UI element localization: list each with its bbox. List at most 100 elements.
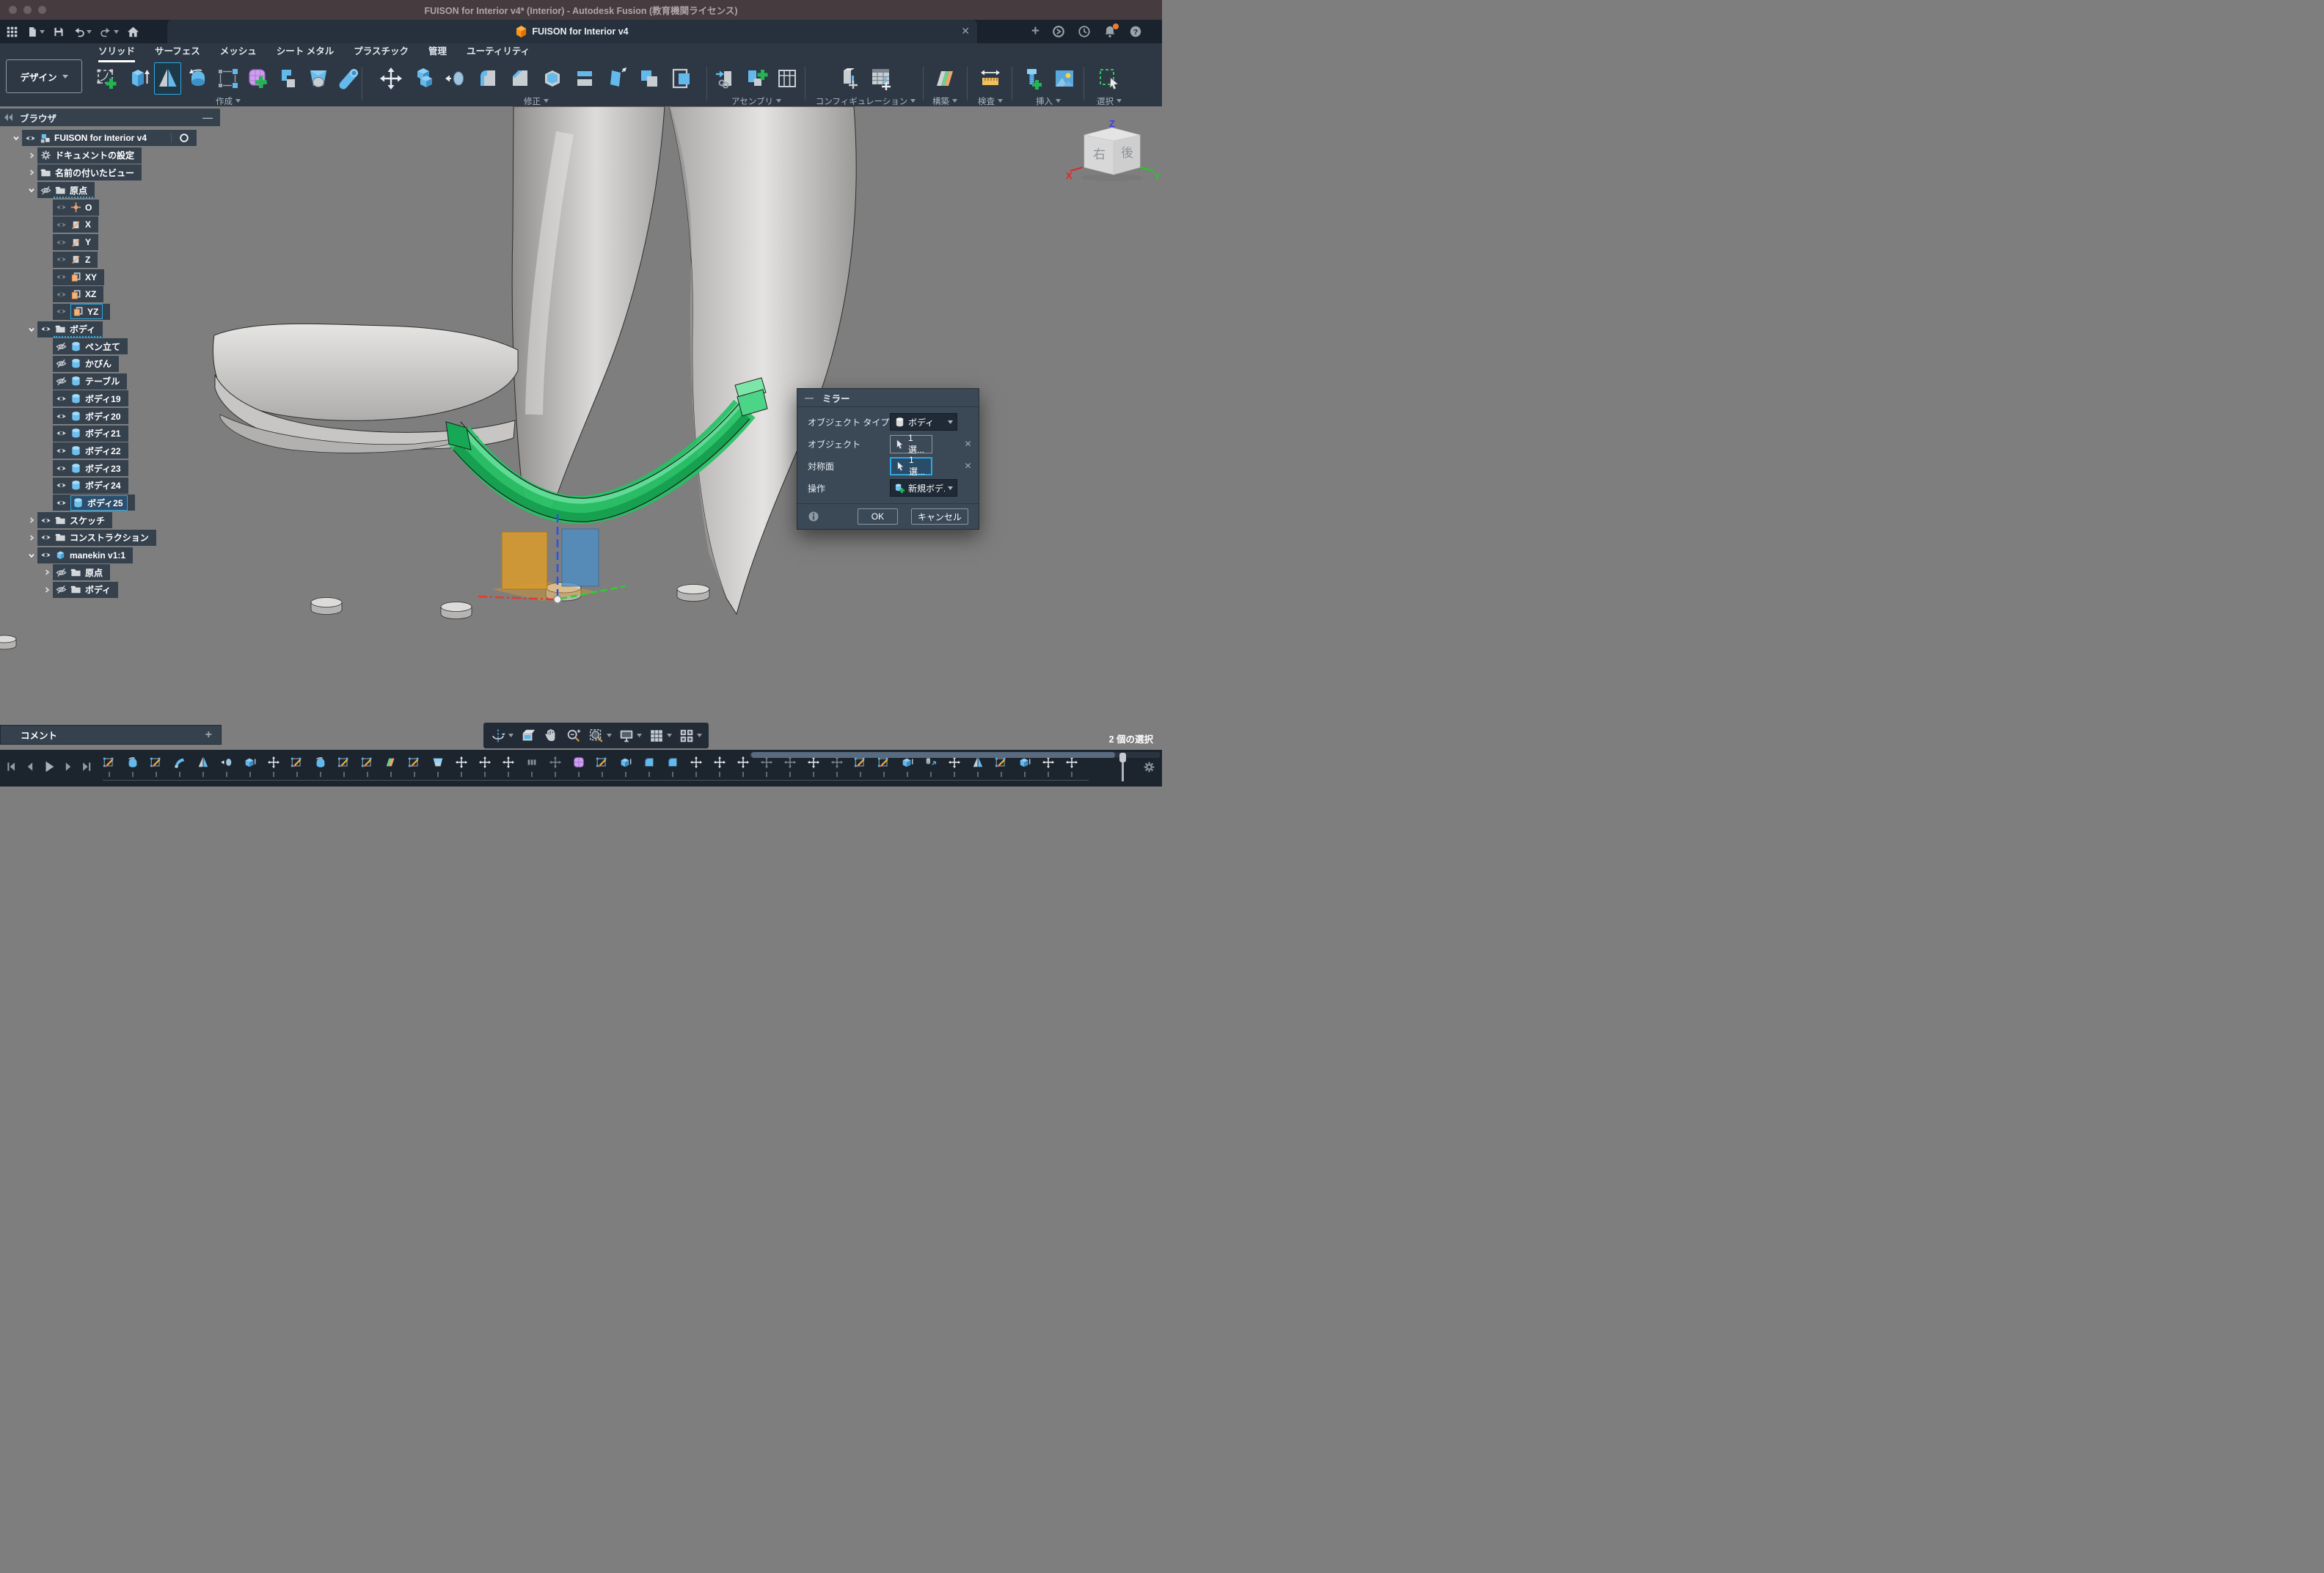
expander-closed-icon[interactable]: [26, 534, 37, 541]
tree-item-Y[interactable]: Y: [53, 234, 98, 250]
timeline-settings-gear-icon[interactable]: [1143, 761, 1155, 773]
qat-save-button[interactable]: [51, 24, 66, 40]
minimize-panel-icon[interactable]: —: [202, 112, 213, 123]
viewports-button[interactable]: [679, 728, 702, 744]
pan-button[interactable]: [543, 728, 559, 744]
collapse-panel-icon[interactable]: [4, 114, 12, 121]
tree-item-YZ[interactable]: YZ: [53, 304, 110, 320]
visibility-eye-icon[interactable]: [56, 271, 67, 282]
visibility-eye-icon[interactable]: [56, 428, 67, 439]
操作-dropdown[interactable]: 新規ボデ...: [890, 479, 957, 497]
visibility-eye-icon[interactable]: [56, 567, 67, 578]
timeline-feature-align[interactable]: [924, 755, 938, 777]
viewcube[interactable]: 右 後 X Y Z: [1065, 119, 1162, 183]
replace-face-button[interactable]: [667, 62, 696, 95]
visibility-eye-icon[interactable]: [40, 550, 51, 561]
ribbon-group-label[interactable]: 挿入: [1015, 95, 1081, 106]
visibility-eye-icon[interactable]: [56, 411, 67, 422]
timeline-feature-move[interactable]: [737, 755, 750, 777]
ribbon-tab-2[interactable]: サーフェス: [155, 43, 200, 62]
expander-open-icon[interactable]: [26, 552, 37, 559]
tree-item-FUISON for Interior v4[interactable]: FUISON for Interior v4: [22, 130, 197, 146]
config-table-button[interactable]: [867, 62, 896, 95]
timeline-feature-move[interactable]: [807, 755, 820, 777]
tree-item-ボディ19[interactable]: ボディ19: [53, 390, 128, 406]
tree-item-ボディ22[interactable]: ボディ22: [53, 442, 128, 459]
offset-face-button[interactable]: [441, 62, 470, 95]
orange-origin-plane[interactable]: [502, 532, 547, 589]
timeline-feature-fillet[interactable]: [666, 755, 679, 777]
expander-open-icon[interactable]: [26, 186, 37, 194]
origin-point-marker[interactable]: [554, 596, 561, 603]
対称面-selection-button[interactable]: 1 選...: [890, 457, 932, 475]
tree-item-ボディ24[interactable]: ボディ24: [53, 478, 128, 494]
info-icon[interactable]: [808, 511, 819, 522]
timeline-feature-fillet[interactable]: [643, 755, 656, 777]
visibility-eye-icon[interactable]: [56, 445, 67, 456]
expander-closed-icon[interactable]: [26, 169, 37, 176]
ribbon-group-label[interactable]: 選択: [1086, 95, 1133, 106]
tree-item-ボディ[interactable]: ボディ: [53, 582, 118, 598]
derive-button[interactable]: [712, 62, 739, 95]
mirror-dialog-header[interactable]: — ミラー: [797, 389, 979, 407]
window-zoom-button[interactable]: [588, 728, 612, 744]
timeline-feature-offset[interactable]: [220, 755, 233, 777]
visibility-eye-icon[interactable]: [56, 289, 67, 300]
timeline-feature-sketch[interactable]: [596, 755, 609, 777]
expander-closed-icon[interactable]: [26, 517, 37, 524]
expander-open-icon[interactable]: [10, 134, 22, 142]
timeline-feature-form[interactable]: [572, 755, 585, 777]
press-pull-button[interactable]: [409, 62, 438, 95]
tree-item-ボディ21[interactable]: ボディ21: [53, 426, 128, 442]
tree-item-XY[interactable]: XY: [53, 269, 104, 285]
timeline-feature-move[interactable]: [690, 755, 703, 777]
timeline-feature-move[interactable]: [713, 755, 726, 777]
step-forward-button[interactable]: [62, 761, 74, 773]
zoom-button[interactable]: [566, 728, 582, 744]
ribbon-group-label[interactable]: コンフィギュレーション: [811, 95, 920, 106]
fastener-button[interactable]: [1017, 62, 1047, 95]
visibility-eye-icon[interactable]: [56, 584, 67, 595]
timeline-feature-sketch[interactable]: [995, 755, 1008, 777]
timeline-feature-sketch[interactable]: [337, 755, 351, 777]
ribbon-group-label[interactable]: 作成: [94, 95, 362, 106]
minimize-window-icon[interactable]: [23, 6, 32, 14]
play-button[interactable]: [43, 760, 56, 773]
draft-button[interactable]: [602, 62, 632, 95]
clear-selection-icon[interactable]: ✕: [957, 439, 979, 449]
timeline-feature-move-dim[interactable]: [830, 755, 844, 777]
visibility-eye-icon[interactable]: [56, 202, 67, 213]
qat-home-button[interactable]: [125, 24, 141, 40]
timeline-feature-group[interactable]: [525, 755, 538, 777]
window-controls[interactable]: [9, 6, 46, 14]
visibility-eye-icon[interactable]: [56, 237, 67, 248]
visibility-eye-icon[interactable]: [40, 515, 51, 526]
document-tab[interactable]: FUISON for Interior v4 ✕: [167, 20, 977, 43]
visibility-eye-icon[interactable]: [56, 341, 67, 352]
timeline-feature-extrude[interactable]: [901, 755, 914, 777]
ribbon-tab-1[interactable]: ソリッド: [98, 43, 135, 62]
expander-closed-icon[interactable]: [41, 586, 53, 594]
ok-button[interactable]: OK: [858, 508, 898, 525]
qat-redo-button[interactable]: [98, 24, 120, 40]
form-button[interactable]: [245, 62, 272, 95]
ribbon-tab-4[interactable]: シート メタル: [277, 43, 334, 62]
chamfer-button[interactable]: [505, 62, 535, 95]
grid-button[interactable]: [648, 728, 672, 744]
ribbon-tab-3[interactable]: メッシュ: [220, 43, 257, 62]
timeline-feature-move[interactable]: [267, 755, 280, 777]
sketch-create-button[interactable]: [94, 62, 121, 95]
close-tab-icon[interactable]: ✕: [961, 25, 970, 37]
construct-plane-button[interactable]: [930, 62, 960, 95]
timeline-feature-mirror[interactable]: [971, 755, 984, 777]
pattern-button[interactable]: [214, 62, 241, 95]
オブジェクト タイプ-dropdown[interactable]: ボディ: [890, 413, 957, 431]
expander-closed-icon[interactable]: [41, 569, 53, 576]
combine-button[interactable]: [635, 62, 664, 95]
appbar-extensions-button[interactable]: [1052, 25, 1065, 38]
qat-file-new-button[interactable]: [25, 24, 46, 40]
timeline-feature-sketch[interactable]: [150, 755, 163, 777]
ribbon-tab-6[interactable]: 管理: [428, 43, 447, 62]
ribbon-group-label[interactable]: 構築: [926, 95, 964, 106]
tree-item-ボディ20[interactable]: ボディ20: [53, 408, 128, 424]
